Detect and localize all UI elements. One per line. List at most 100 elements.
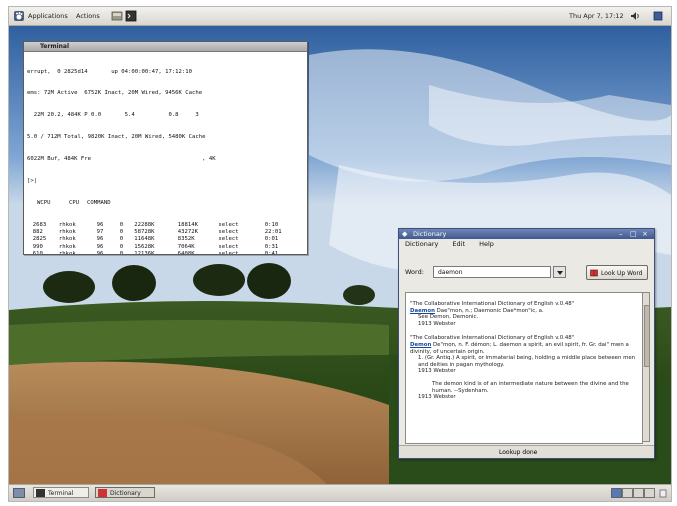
entry-sense: 1. (Gr. Antiq.) A spirit, or immaterial …	[418, 355, 636, 368]
process-size: 12136K	[134, 251, 155, 255]
taskbar-terminal[interactable]: Terminal	[33, 487, 89, 498]
process-pid: 2825	[32, 236, 47, 243]
word-label: Word:	[405, 268, 424, 276]
process-res: 7064K	[177, 243, 195, 250]
process-user: rhkok	[58, 229, 76, 236]
process-pri: 97	[96, 229, 104, 236]
entry-reference: 1913 Webster	[418, 394, 456, 401]
process-nice: 0	[119, 243, 124, 250]
terminal-line: [>|	[27, 178, 38, 185]
window-menu-icon[interactable]: ◆	[402, 230, 407, 238]
dictionary-titlebar[interactable]: Dictionary ◆ – □ ×	[399, 229, 654, 239]
process-pri: 96	[96, 243, 104, 250]
process-user: rhkok	[58, 251, 76, 255]
taskbar-terminal-label: Terminal	[48, 490, 74, 497]
definition-text: "The Collaborative International Diction…	[410, 301, 636, 401]
terminal-output: errupt, 0 2825d14 up 04:00:00:47, 17:12:…	[27, 54, 305, 255]
workspace-switcher[interactable]	[611, 488, 655, 498]
process-pid: 610	[32, 251, 43, 255]
process-state: select	[218, 251, 239, 255]
bottom-panel: Terminal Dictionary	[9, 484, 671, 501]
workspace-icon[interactable]	[652, 10, 664, 22]
process-size: 58728K	[134, 229, 155, 236]
status-text: Lookup done	[499, 449, 538, 456]
entry-definition: De"mon, n. F. démon; L. daemon a spirit,…	[410, 341, 629, 355]
definition-scrollbar[interactable]	[642, 292, 650, 442]
terminal-icon	[36, 489, 45, 497]
minimize-icon[interactable]: –	[619, 230, 623, 238]
trash-icon[interactable]	[658, 488, 668, 498]
maximize-icon[interactable]: □	[630, 230, 637, 238]
header-command: COMMAND	[87, 199, 111, 206]
process-res: 43272K	[177, 229, 199, 236]
process-res: 8352K	[177, 236, 195, 243]
desktop-screen: Applications Actions Thu Apr 7, 17:12 Te…	[8, 6, 672, 502]
menu-edit[interactable]: Edit	[452, 240, 465, 248]
dictionary-window[interactable]: Dictionary ◆ – □ × Dictionary Edit Help …	[398, 228, 655, 459]
process-time: 0:41	[264, 251, 279, 255]
lookup-button-label: Look Up Word	[601, 270, 643, 277]
terminal-line: errupt, 0 2825d14 up 04:00:00:47, 17:12:…	[27, 68, 193, 75]
file-manager-launcher-icon[interactable]	[111, 10, 123, 22]
definition-view[interactable]: "The Collaborative International Diction…	[405, 292, 643, 444]
process-header: WCPU CPU COMMAND	[27, 200, 305, 207]
process-state: select	[218, 221, 239, 228]
terminal-window[interactable]: Terminal errupt, 0 2825d14 up 04:00:00:4…	[23, 41, 308, 255]
process-state: select	[218, 243, 239, 250]
process-size: 15628K	[134, 243, 155, 250]
lookup-button[interactable]: Look Up Word	[586, 265, 648, 280]
process-pri: 96	[96, 221, 104, 228]
process-nice: 0	[119, 251, 124, 255]
terminal-titlebar[interactable]: Terminal	[24, 42, 307, 52]
process-pid: 2683	[32, 221, 47, 228]
header-cpu: CPU	[69, 199, 80, 206]
process-pri: 96	[96, 251, 104, 255]
foot-menu-icon[interactable]	[13, 10, 25, 22]
terminal-line: 5.0 / 712M Total, 9820K Inact, 20M Wired…	[27, 134, 206, 141]
volume-icon[interactable]	[629, 10, 641, 22]
menu-dictionary[interactable]: Dictionary	[405, 240, 438, 248]
scrollbar-thumb[interactable]	[644, 305, 650, 367]
applications-menu[interactable]: Applications	[28, 9, 68, 23]
process-user: rhkok	[58, 236, 76, 243]
actions-menu[interactable]: Actions	[76, 9, 100, 23]
entry-see-also: See Demon, Demonic.	[418, 314, 479, 321]
process-time: 0:10	[264, 221, 279, 228]
terminal-launcher-icon[interactable]	[125, 10, 137, 22]
process-user: rhkok	[58, 243, 76, 250]
process-time: 0:31	[264, 243, 279, 250]
menubar: Dictionary Edit Help	[399, 239, 654, 250]
entry-quote: The demon kind is of an intermediate nat…	[432, 380, 629, 394]
headword-link[interactable]: Demon	[410, 342, 431, 348]
entry-source: "The Collaborative International Diction…	[410, 335, 575, 342]
status-bar: Lookup done	[399, 445, 654, 458]
menu-help[interactable]: Help	[479, 240, 494, 248]
process-time: 22:01	[264, 229, 282, 236]
headword-link[interactable]: Daemon	[410, 308, 435, 314]
show-desktop-icon[interactable]	[13, 488, 25, 498]
process-state: select	[218, 236, 239, 243]
header-wcpu: WCPU	[37, 199, 51, 206]
word-history-dropdown[interactable]	[553, 266, 566, 278]
window-title: Dictionary	[413, 230, 447, 238]
terminal-line: 6022M Buf, 484K Fre , 4K	[27, 156, 216, 163]
process-user: rhkok	[58, 221, 76, 228]
top-panel: Applications Actions Thu Apr 7, 17:12	[9, 7, 671, 26]
process-row: 610 rhkok 96 0 12136K 6408K select 0:41	[27, 251, 305, 255]
process-pri: 96	[96, 236, 104, 243]
process-res: 6408K	[177, 251, 195, 255]
taskbar-dictionary[interactable]: Dictionary	[95, 487, 155, 498]
process-nice: 0	[119, 229, 124, 236]
close-icon[interactable]: ×	[642, 230, 648, 238]
entry-reference: 1913 Webster	[418, 368, 456, 375]
dictionary-icon	[98, 489, 107, 497]
process-row: 882 rhkok 97 0 58728K 43272K select 22:01	[27, 229, 305, 236]
terminal-line: 22M 20.2, 484K P 0.0 5.4 0.8 3	[27, 112, 199, 119]
process-row: 2683 rhkok 96 0 22288K 18814K select 0:10	[27, 222, 305, 229]
book-icon	[590, 269, 598, 277]
terminal-line: ems: 72M Active 6752K Inact, 20M Wired, …	[27, 90, 203, 97]
process-nice: 0	[119, 221, 124, 228]
word-input[interactable]: daemon	[433, 266, 551, 278]
panel-clock[interactable]: Thu Apr 7, 17:12	[569, 9, 624, 23]
entry-definition: Dae"mon, n.; Daemonic Dae*mon"ic, a.	[436, 307, 544, 314]
